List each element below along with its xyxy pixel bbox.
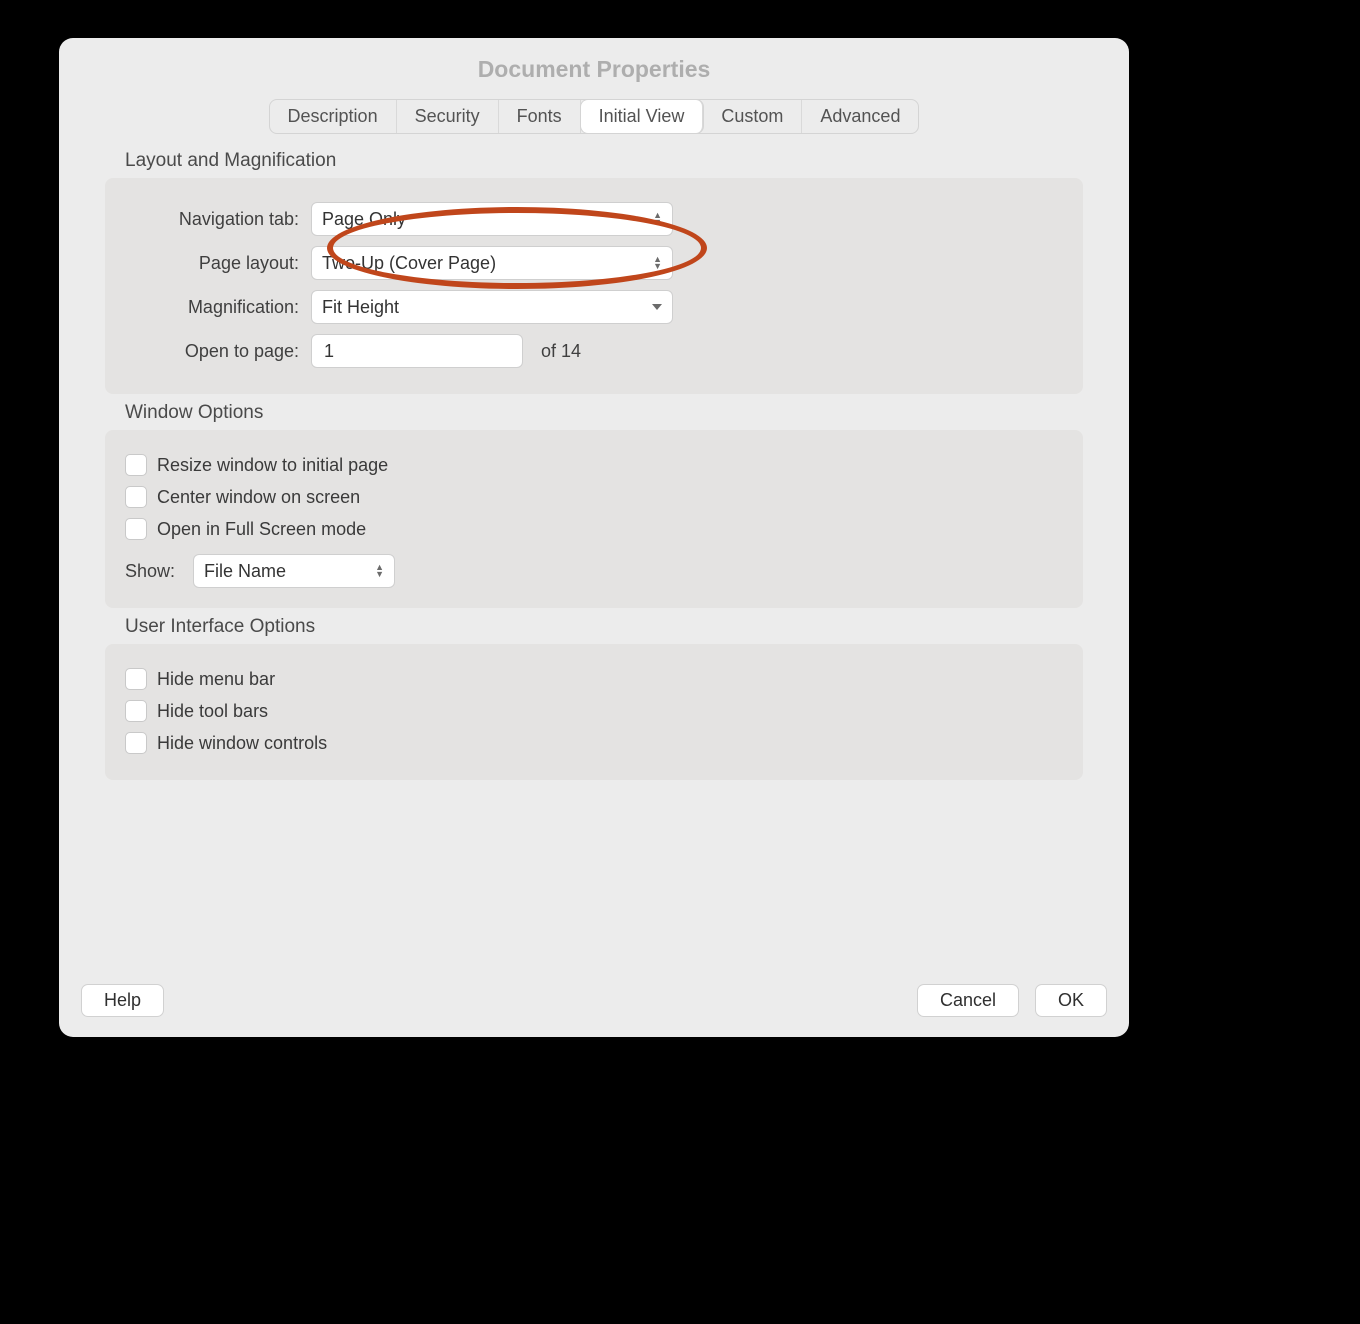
tabs: Description Security Fonts Initial View … xyxy=(269,99,920,134)
magnification-label: Magnification: xyxy=(121,297,311,318)
hide-menu-checkbox[interactable] xyxy=(125,668,147,690)
open-to-page-label: Open to page: xyxy=(121,341,311,362)
show-value: File Name xyxy=(204,561,286,582)
fullscreen-label: Open in Full Screen mode xyxy=(157,519,366,540)
ui-options-heading: User Interface Options xyxy=(125,616,1101,638)
tab-fonts[interactable]: Fonts xyxy=(499,100,581,133)
hide-toolbars-checkbox[interactable] xyxy=(125,700,147,722)
tab-description[interactable]: Description xyxy=(270,100,397,133)
updown-icon: ▲▼ xyxy=(645,256,662,270)
page-count-text: of 14 xyxy=(541,341,581,362)
window-options-heading: Window Options xyxy=(125,402,1101,424)
page-layout-label: Page layout: xyxy=(121,253,311,274)
open-to-page-input[interactable] xyxy=(311,334,523,368)
hide-menu-label: Hide menu bar xyxy=(157,669,275,690)
cancel-button[interactable]: Cancel xyxy=(917,984,1019,1017)
hide-window-controls-label: Hide window controls xyxy=(157,733,327,754)
caret-down-icon xyxy=(652,304,662,310)
layout-panel: Navigation tab: Page Only ▲▼ Page layout… xyxy=(105,178,1083,394)
page-layout-select[interactable]: Two-Up (Cover Page) ▲▼ xyxy=(311,246,673,280)
navigation-tab-value: Page Only xyxy=(322,209,406,230)
updown-icon: ▲▼ xyxy=(645,212,662,226)
document-properties-window: Document Properties Description Security… xyxy=(59,38,1129,1037)
magnification-combo[interactable]: Fit Height xyxy=(311,290,673,324)
navigation-tab-label: Navigation tab: xyxy=(121,209,311,230)
page-layout-value: Two-Up (Cover Page) xyxy=(322,253,496,274)
footer: Help Cancel OK xyxy=(81,984,1107,1017)
magnification-value: Fit Height xyxy=(322,297,399,318)
fullscreen-checkbox[interactable] xyxy=(125,518,147,540)
hide-window-controls-checkbox[interactable] xyxy=(125,732,147,754)
tab-security[interactable]: Security xyxy=(397,100,499,133)
tab-custom[interactable]: Custom xyxy=(703,100,802,133)
updown-icon: ▲▼ xyxy=(367,564,384,578)
center-window-label: Center window on screen xyxy=(157,487,360,508)
show-label: Show: xyxy=(125,561,175,582)
navigation-tab-select[interactable]: Page Only ▲▼ xyxy=(311,202,673,236)
layout-heading: Layout and Magnification xyxy=(125,150,1101,172)
ui-options-panel: Hide menu bar Hide tool bars Hide window… xyxy=(105,644,1083,780)
ok-button[interactable]: OK xyxy=(1035,984,1107,1017)
center-window-checkbox[interactable] xyxy=(125,486,147,508)
resize-window-checkbox[interactable] xyxy=(125,454,147,476)
tab-initial-view[interactable]: Initial View xyxy=(581,100,704,133)
show-select[interactable]: File Name ▲▼ xyxy=(193,554,395,588)
help-button[interactable]: Help xyxy=(81,984,164,1017)
open-to-page-field[interactable] xyxy=(322,340,512,363)
resize-window-label: Resize window to initial page xyxy=(157,455,388,476)
hide-toolbars-label: Hide tool bars xyxy=(157,701,268,722)
window-title: Document Properties xyxy=(59,38,1129,99)
window-options-panel: Resize window to initial page Center win… xyxy=(105,430,1083,608)
tab-advanced[interactable]: Advanced xyxy=(802,100,918,133)
